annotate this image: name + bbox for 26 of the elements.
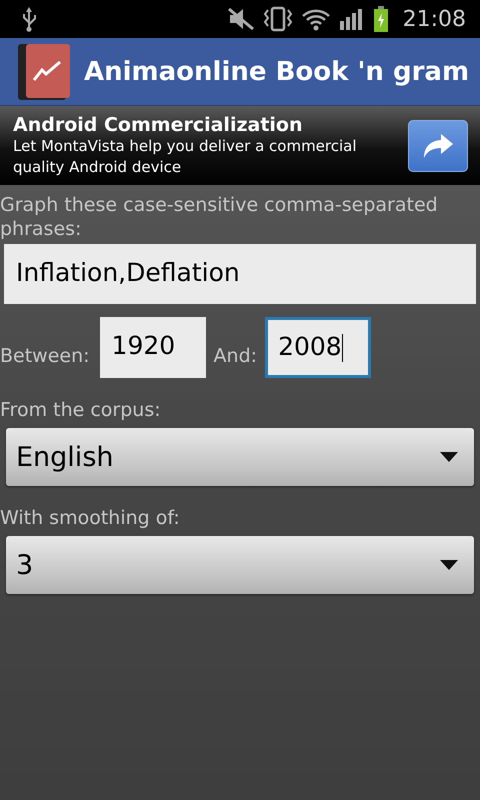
app-title: Animaonline Book 'n gram [84,56,470,86]
ad-title: Android Commercialization [13,114,304,136]
curved-arrow-icon [421,132,455,160]
share-arrow-button[interactable] [408,120,468,172]
year-input[interactable]: 2008 [265,316,372,378]
field-label: Graph these case-sensitive comma-separated phrases: [0,193,439,241]
field-label: With smoothing of: [0,506,180,530]
ad-text: Let MontaVista help you deliver a commercial quality Android device [13,136,358,178]
field-label: Between: [0,344,90,368]
field-label: And: [214,344,258,368]
signal-icon [338,7,365,31]
dropdown-arrow-icon [440,560,458,570]
phrases-input[interactable]: Inflation,Deflation [4,244,476,304]
dropdown[interactable]: English [6,428,474,486]
dropdown[interactable]: 3 [6,536,474,594]
mute-icon [226,7,255,31]
battery-icon [372,6,389,32]
clock: 21:08 [402,6,466,32]
dropdown-arrow-icon [440,452,458,462]
year-input[interactable]: 1920 [100,316,206,378]
vibrate-icon [262,6,293,32]
ad-banner[interactable]: Android Commercialization Let MontaVista help you deliver a commercial quality Android device [0,106,480,185]
book-chart-icon [16,42,72,102]
wifi-icon [300,7,331,31]
field-label: From the corpus: [0,398,161,422]
usb-icon [20,6,38,32]
